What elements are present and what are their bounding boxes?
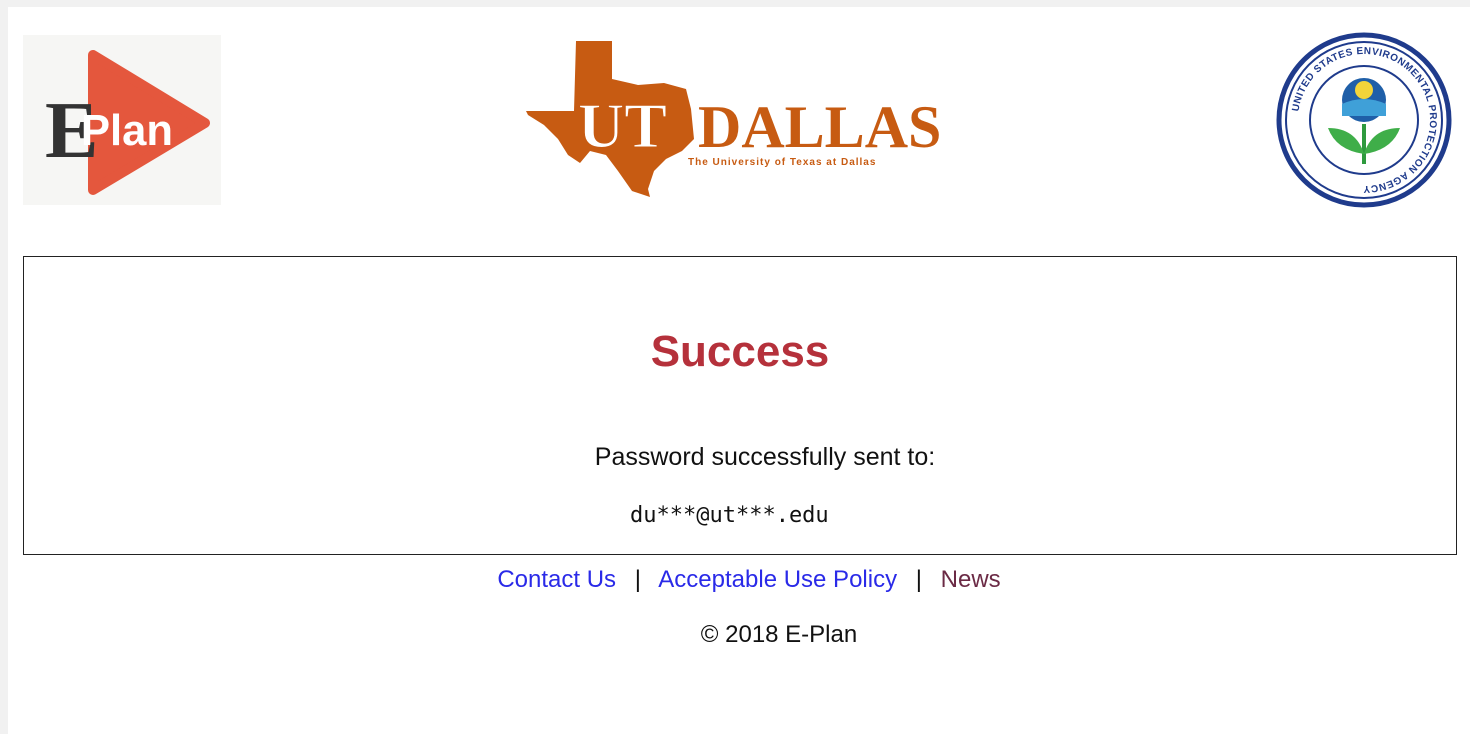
eplan-logo[interactable]: E Plan [23,35,221,205]
success-message: Password successfully sent to: [594,443,936,471]
news-link[interactable]: News [941,566,1001,593]
ut-letters: UT [578,90,667,161]
epa-seal-icon: UNITED STATES ENVIRONMENTAL PROTECTION A… [1276,32,1452,208]
ut-dallas-logo[interactable]: UT DALLAS The University of Texas at Dal… [526,39,950,199]
success-title: Success [650,327,830,376]
masked-email: du***@ut***.edu [630,503,829,528]
copyright-text: © 2018 E-Plan [700,621,858,648]
eplan-logo-plan: Plan [81,106,173,155]
utd-subtitle: The University of Texas at Dallas [688,157,876,168]
footer-separator: | [915,566,922,593]
acceptable-use-policy-link[interactable]: Acceptable Use Policy [658,566,897,593]
eplan-logo-icon: E Plan [23,35,221,205]
page: E Plan UT DALLAS The University of Texas… [8,7,1470,734]
success-panel: Success Password successfully sent to: d… [23,256,1457,555]
footer-separator: | [634,566,641,593]
dallas-text: DALLAS [698,94,941,160]
epa-seal[interactable]: UNITED STATES ENVIRONMENTAL PROTECTION A… [1276,32,1452,208]
footer-links: Contact Us | Acceptable Use Policy | New… [8,566,1470,594]
contact-us-link[interactable]: Contact Us [497,566,616,593]
ut-dallas-logo-icon: UT DALLAS The University of Texas at Dal… [526,41,941,197]
